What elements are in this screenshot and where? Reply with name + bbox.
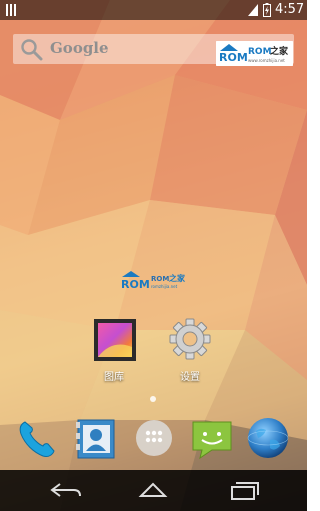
svg-text:www.romzhijia.net: www.romzhijia.net xyxy=(248,58,285,63)
home-screen: 4:57 Google ROM ROM 之家 www.romzhijia.net… xyxy=(0,0,307,511)
gallery-app-icon[interactable] xyxy=(92,317,138,363)
browser-globe-icon[interactable] xyxy=(246,416,290,460)
settings-label: 设置 xyxy=(180,372,200,383)
notification-icon xyxy=(6,4,18,16)
gallery-label: 图库 xyxy=(104,372,124,383)
recent-apps-button[interactable] xyxy=(224,478,264,502)
svg-text:ROM: ROM xyxy=(151,275,169,283)
settings-gear-icon[interactable] xyxy=(167,316,213,362)
battery-icon xyxy=(263,3,271,17)
svg-text:之家: 之家 xyxy=(169,273,186,283)
svg-text:之家: 之家 xyxy=(270,45,289,57)
svg-text:romzhijia.net: romzhijia.net xyxy=(151,284,178,289)
contacts-icon[interactable] xyxy=(73,416,117,460)
rom-watermark-logo: ROM ROM 之家 www.romzhijia.net xyxy=(216,41,293,66)
navigation-bar xyxy=(0,470,307,511)
signal-icon xyxy=(248,4,258,16)
svg-text:ROM: ROM xyxy=(219,51,248,64)
search-label: Google xyxy=(50,39,109,57)
messaging-icon[interactable] xyxy=(190,416,234,460)
svg-text:ROM: ROM xyxy=(121,278,150,291)
home-button[interactable] xyxy=(133,478,173,502)
search-icon xyxy=(21,39,43,61)
phone-icon[interactable] xyxy=(15,416,59,460)
rom-center-logo: ROM ROM 之家 romzhijia.net xyxy=(121,271,186,291)
app-drawer-icon[interactable] xyxy=(132,416,176,460)
clock: 4:57 xyxy=(275,2,305,17)
status-bar: 4:57 xyxy=(0,0,307,20)
svg-text:ROM: ROM xyxy=(248,47,272,57)
page-indicator-dot xyxy=(150,396,156,402)
back-button[interactable] xyxy=(46,478,86,502)
